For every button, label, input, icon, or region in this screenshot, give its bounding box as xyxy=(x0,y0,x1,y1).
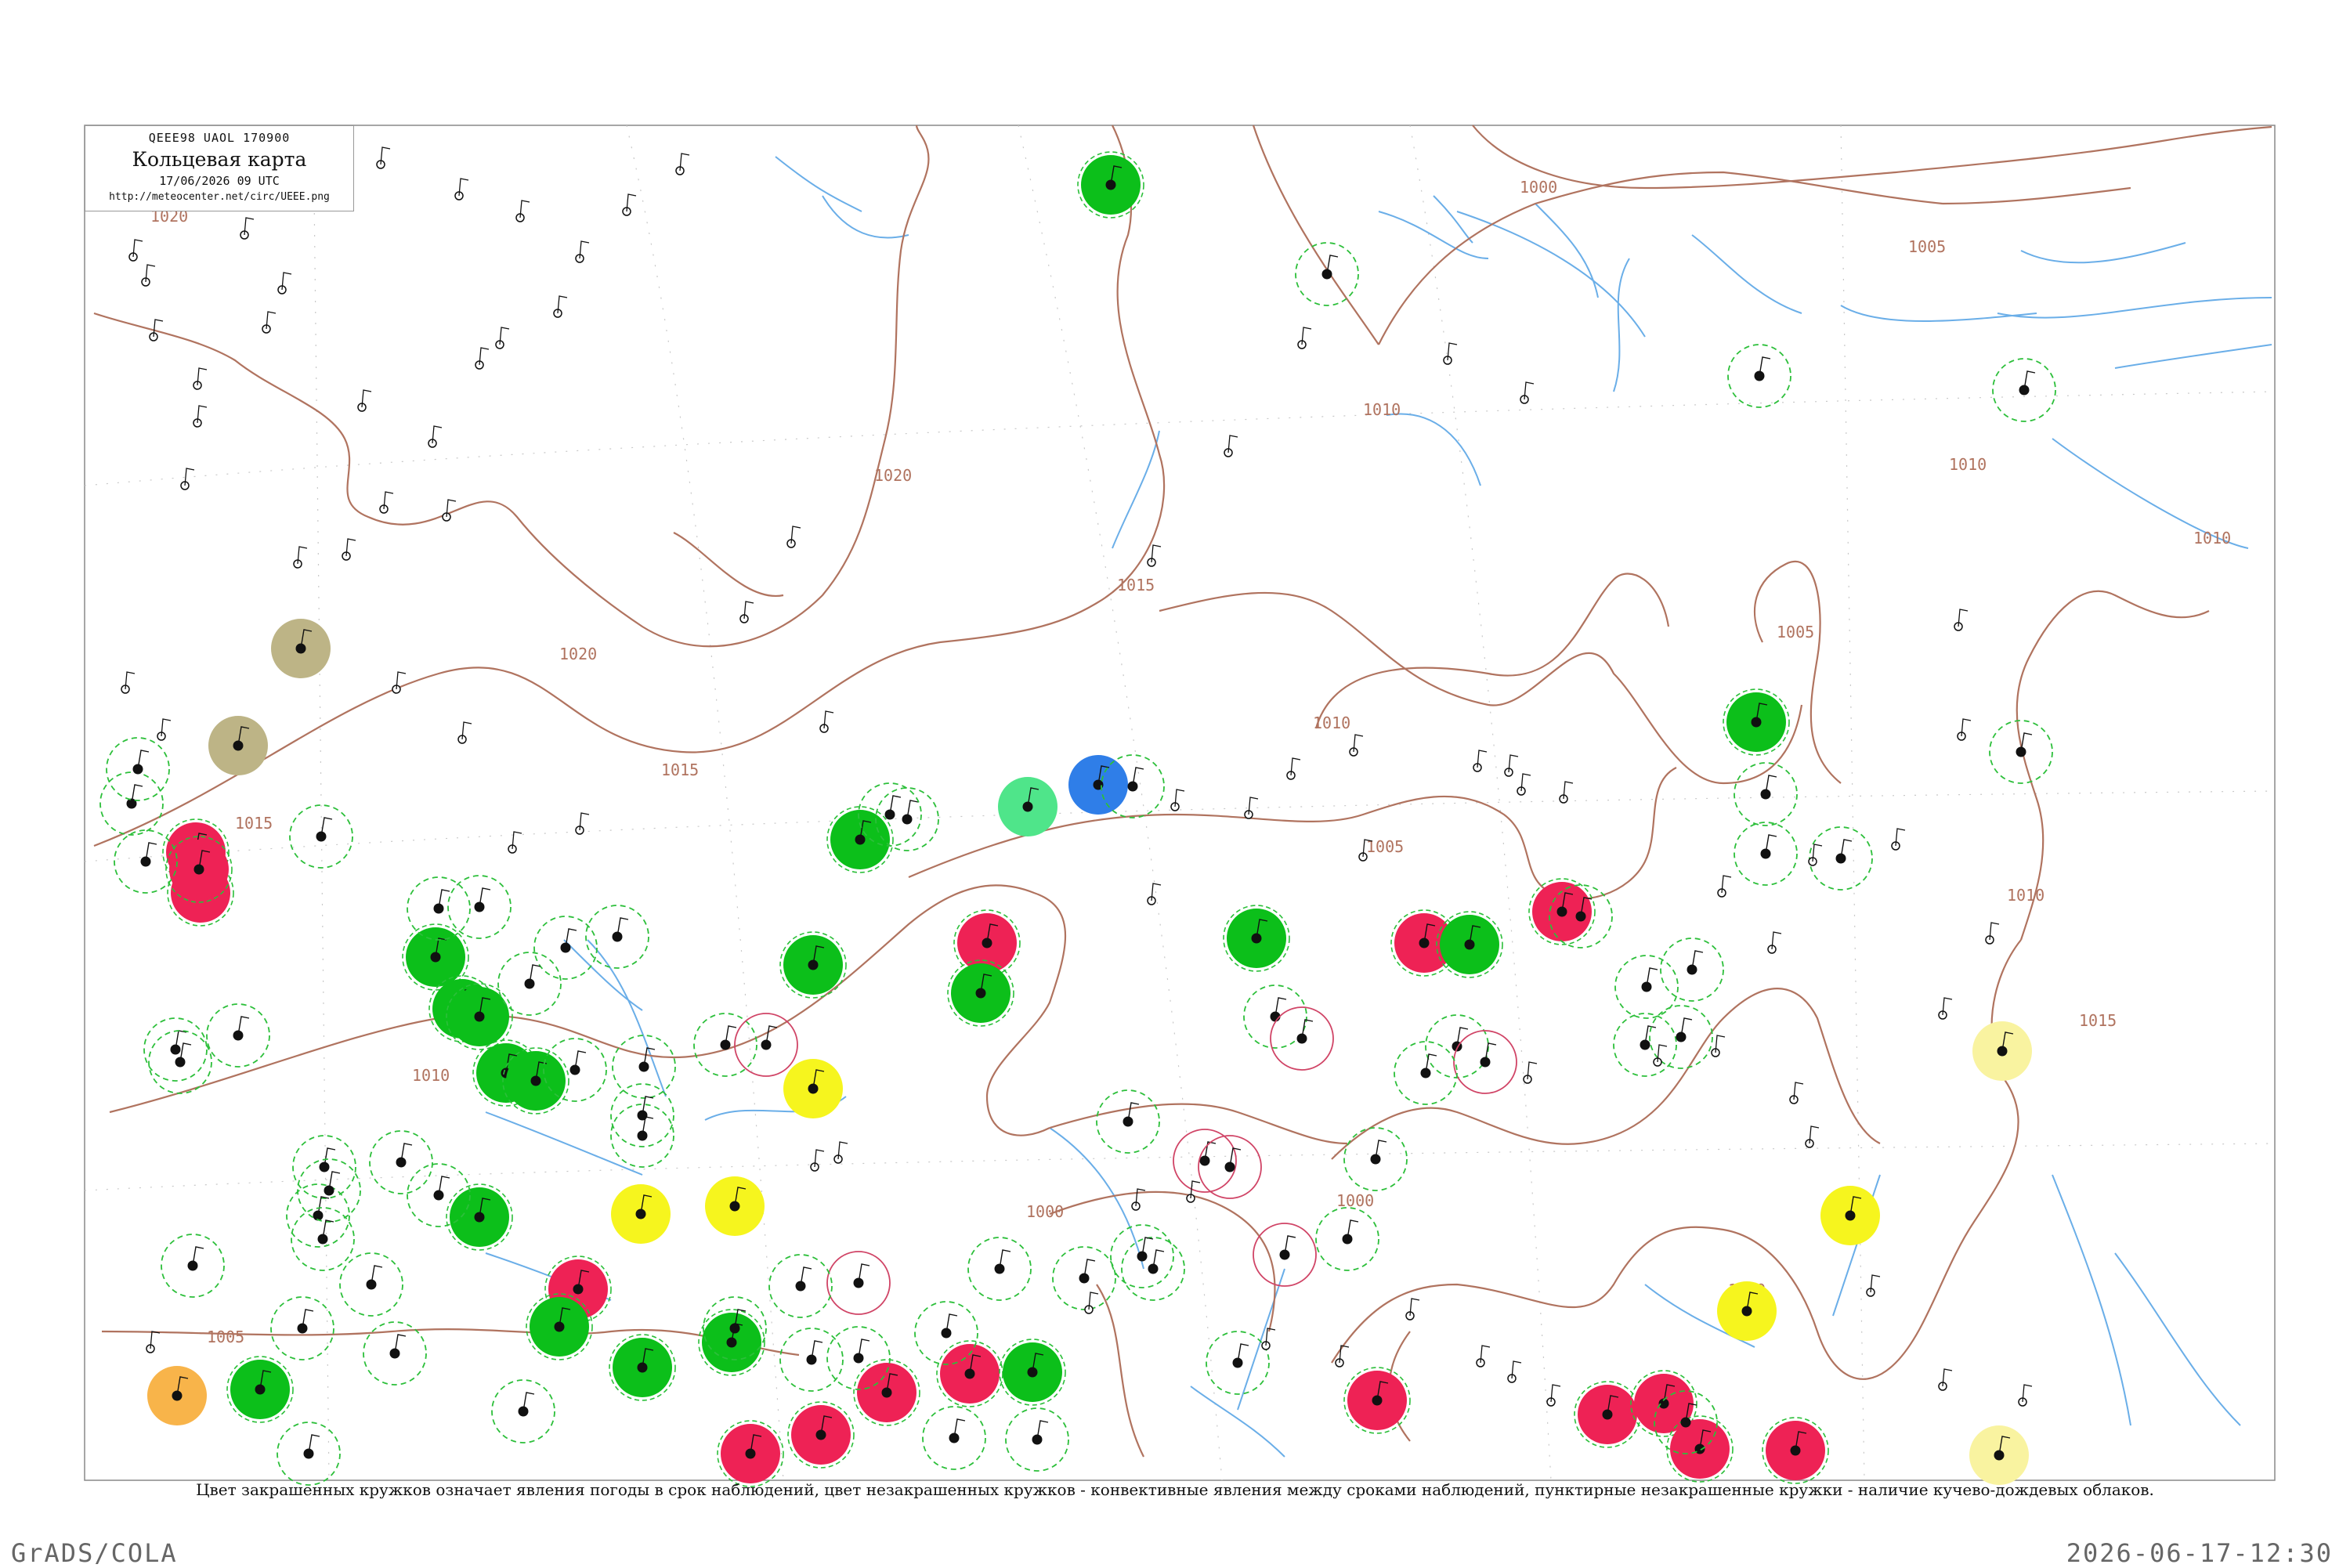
map-header-box: QEEE98 UAOL 170900 Кольцевая карта 17/06… xyxy=(85,125,354,211)
station-filled-yellow xyxy=(783,1059,843,1118)
isobar-label: 1015 xyxy=(2079,1011,2117,1030)
isobar-label: 1010 xyxy=(1949,455,1987,474)
station-filled-yellow xyxy=(1820,1186,1880,1245)
isobar-label: 1015 xyxy=(661,761,699,779)
isobar-label: 1010 xyxy=(412,1066,450,1085)
station-filled-light-yellow xyxy=(1972,1021,2032,1081)
station-filled-yellow xyxy=(1717,1281,1777,1341)
station-filled-yellow xyxy=(611,1184,671,1244)
isobar-label: 1010 xyxy=(1313,714,1350,732)
isobar-label: 1000 xyxy=(1336,1191,1374,1210)
station-filled-orange xyxy=(147,1366,207,1425)
isobar-label: 1010 xyxy=(1363,400,1401,419)
isobar-label: 1005 xyxy=(207,1328,244,1346)
isobar-label: 1015 xyxy=(1117,576,1155,594)
map-url[interactable]: http://meteocenter.net/circ/UEEE.png xyxy=(85,191,353,203)
isobar-label: 1010 xyxy=(2193,529,2231,547)
station-filled-olive xyxy=(208,716,268,775)
map-title: Кольцевая карта xyxy=(132,148,307,171)
map-frame xyxy=(84,125,2276,1481)
isobar-label: 1010 xyxy=(2007,886,2044,905)
isobar-label: 1015 xyxy=(235,814,273,833)
station-filled-yellow xyxy=(705,1176,765,1236)
isobar-label: 1000 xyxy=(1026,1202,1064,1221)
bulletin-code: QEEE98 UAOL 170900 xyxy=(148,131,291,145)
isobar-label: 1020 xyxy=(874,466,912,485)
map-caption: Цвет закрашенных кружков означает явлени… xyxy=(196,1480,2154,1499)
isobar-label: 1005 xyxy=(1777,623,1814,641)
footer-timestamp: 2026-06-17-12:30 xyxy=(2066,1538,2333,1568)
station-filled-olive xyxy=(271,619,331,678)
station-filled-light-yellow xyxy=(1969,1425,2029,1485)
isobar-label: 1020 xyxy=(559,645,597,663)
isobar-label: 1000 xyxy=(1520,178,1557,197)
isobar-label: 1005 xyxy=(1908,237,1946,256)
weather-map: 1020 1020 1020 1015 1015 1015 1015 1010 … xyxy=(84,125,2276,1487)
station-filled-blue xyxy=(1068,755,1128,815)
footer-software-label: GrADS/COLA xyxy=(11,1538,178,1568)
map-date: 17/06/2026 09 UTC xyxy=(159,174,280,188)
isobar-label: 1005 xyxy=(1366,837,1404,856)
station-filled-mint xyxy=(998,777,1058,836)
